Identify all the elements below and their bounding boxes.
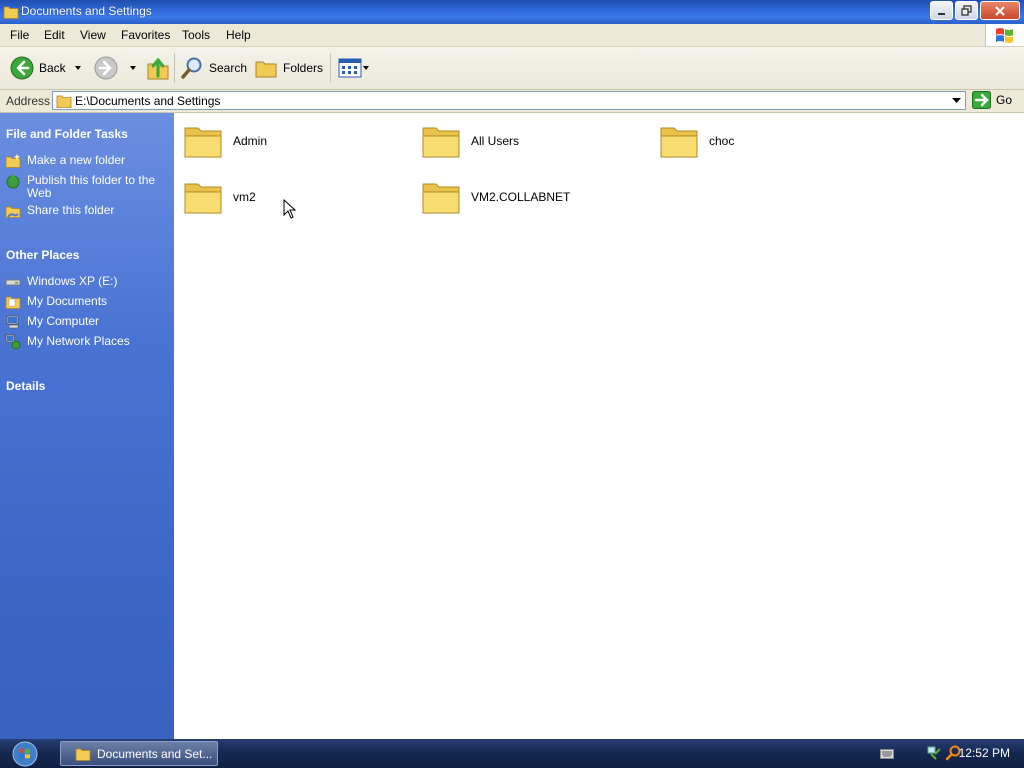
menu-tools[interactable]: Tools xyxy=(182,28,210,42)
folder-icon xyxy=(422,183,460,214)
share-folder-icon xyxy=(5,206,21,218)
close-button[interactable] xyxy=(980,1,1020,20)
folder-all-users[interactable]: All Users xyxy=(421,122,519,160)
folder-icon xyxy=(56,95,72,108)
system-tray: 12:52 PM xyxy=(864,739,1024,768)
folder-vm2[interactable]: vm2 xyxy=(183,178,256,216)
folder-icon xyxy=(184,183,222,214)
folder-icon xyxy=(422,127,460,158)
folder-icon xyxy=(3,6,19,19)
folder-choc[interactable]: choc xyxy=(659,122,734,160)
menu-view[interactable]: View xyxy=(80,28,106,42)
network-places-icon xyxy=(5,334,21,350)
address-input[interactable]: E:\Documents and Settings xyxy=(52,91,966,110)
details-heading[interactable]: Details xyxy=(6,379,45,393)
network-tray-icon[interactable] xyxy=(927,746,941,760)
menu-favorites[interactable]: Favorites xyxy=(121,28,170,42)
file-folder-tasks-heading[interactable]: File and Folder Tasks xyxy=(6,127,128,141)
clock[interactable]: 12:52 PM xyxy=(959,746,1010,760)
my-network-places-link[interactable]: My Network Places xyxy=(5,334,165,350)
restore-icon xyxy=(961,5,972,16)
title-bar[interactable]: Documents and Settings xyxy=(0,0,1024,24)
menu-bar: File Edit View Favorites Tools Help xyxy=(0,24,1024,47)
folder-icon xyxy=(660,127,698,158)
menu-help[interactable]: Help xyxy=(226,28,251,42)
address-bar: Address E:\Documents and Settings Go xyxy=(0,90,1024,113)
publish-folder-link[interactable]: Publish this folder to the Web xyxy=(5,174,165,200)
folders-button[interactable]: Folders xyxy=(254,56,323,80)
go-label: Go xyxy=(996,93,1013,107)
menu-edit[interactable]: Edit xyxy=(44,28,65,42)
task-pane: File and Folder Tasks Make a new folder … xyxy=(0,113,174,739)
restore-button[interactable] xyxy=(955,1,978,20)
search-button[interactable]: Search xyxy=(180,56,247,80)
window-title: Documents and Settings xyxy=(21,4,152,18)
windows-flag-icon xyxy=(996,28,1013,43)
back-arrow-icon xyxy=(10,56,34,80)
toolbar: Back Search Folders xyxy=(0,47,1024,90)
up-folder-icon xyxy=(147,57,169,80)
views-icon xyxy=(338,58,362,78)
search-icon xyxy=(181,57,202,79)
back-label: Back xyxy=(39,61,66,75)
folder-vm2-collabnet[interactable]: VM2.COLLABNET xyxy=(421,178,570,216)
forward-dropdown-icon[interactable] xyxy=(130,66,136,70)
my-computer-icon xyxy=(6,315,19,329)
address-dropdown-button[interactable] xyxy=(949,93,964,108)
taskbar: Documents and Set... 12:52 PM xyxy=(0,739,1024,768)
toolbar-separator xyxy=(330,53,331,83)
folder-icon xyxy=(184,127,222,158)
chevron-down-icon xyxy=(952,98,961,103)
address-value: E:\Documents and Settings xyxy=(75,94,221,108)
back-button[interactable]: Back xyxy=(10,56,66,80)
my-documents-icon xyxy=(5,296,21,309)
publish-web-icon xyxy=(6,174,20,189)
search-label: Search xyxy=(209,61,248,75)
my-computer-link[interactable]: My Computer xyxy=(5,315,165,330)
taskbar-window-button[interactable]: Documents and Set... xyxy=(60,741,218,766)
go-arrow-icon xyxy=(972,91,991,109)
close-icon xyxy=(995,5,1005,16)
folder-view: Admin All Users choc vm2 VM2.COLLABNET xyxy=(174,113,1024,739)
folders-label: Folders xyxy=(283,61,324,75)
folders-icon xyxy=(255,61,277,78)
windows-xp-drive-link[interactable]: Windows XP (E:) xyxy=(5,275,165,290)
windows-logo xyxy=(985,24,1024,46)
minimize-button[interactable] xyxy=(930,1,953,20)
folder-icon xyxy=(75,748,91,761)
toolbar-separator xyxy=(174,53,175,83)
folder-admin[interactable]: Admin xyxy=(183,122,267,160)
drive-icon xyxy=(5,279,21,286)
minimize-icon xyxy=(937,12,945,15)
forward-arrow-icon xyxy=(94,56,118,80)
start-button[interactable] xyxy=(10,740,40,768)
up-folder-button[interactable] xyxy=(146,55,170,81)
views-button[interactable] xyxy=(338,57,362,79)
my-documents-link[interactable]: My Documents xyxy=(5,295,165,310)
forward-button[interactable] xyxy=(94,56,118,80)
address-label: Address xyxy=(6,94,51,108)
keyboard-icon[interactable] xyxy=(880,749,894,759)
menu-file[interactable]: File xyxy=(10,28,29,42)
make-new-folder-link[interactable]: Make a new folder xyxy=(5,154,165,169)
go-button[interactable]: Go xyxy=(972,91,1012,109)
back-dropdown-icon[interactable] xyxy=(75,66,81,70)
mouse-cursor-icon xyxy=(283,199,297,219)
new-folder-icon xyxy=(5,154,21,168)
share-folder-link[interactable]: Share this folder xyxy=(5,204,165,219)
other-places-heading[interactable]: Other Places xyxy=(6,248,79,262)
views-dropdown-icon[interactable] xyxy=(363,66,369,70)
